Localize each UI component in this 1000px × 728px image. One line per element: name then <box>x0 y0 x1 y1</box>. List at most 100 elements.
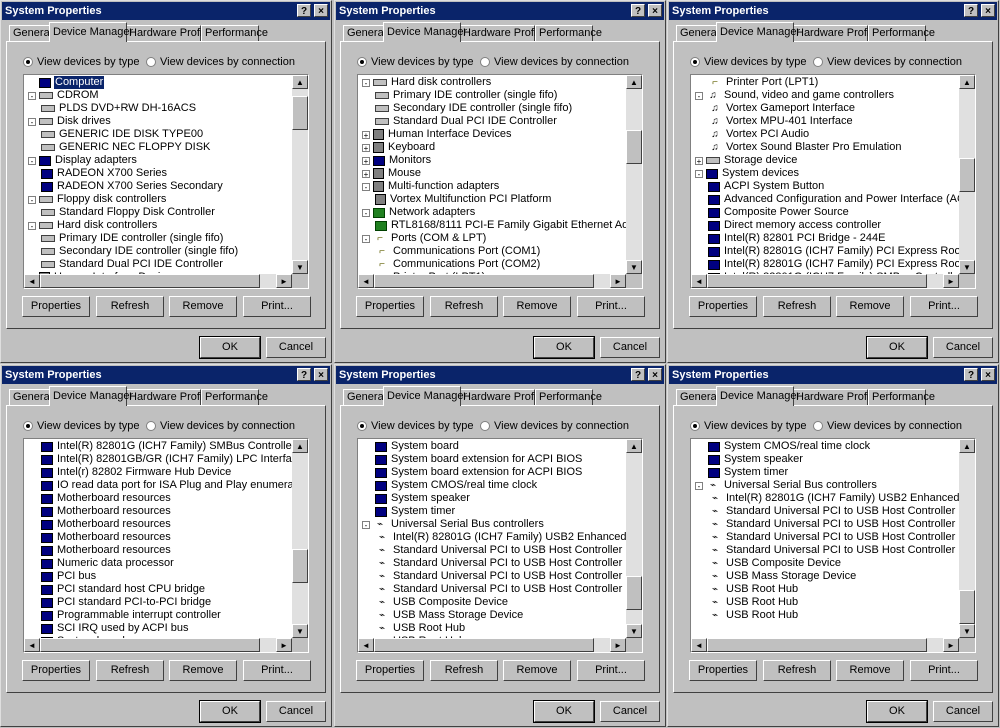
help-button[interactable]: ? <box>297 4 311 17</box>
tree-item[interactable]: ⌁ USB Mass Storage Device <box>708 570 857 583</box>
tab-device-manager[interactable]: Device Manager <box>383 22 467 42</box>
radio-view-by-connection[interactable]: View devices by connection <box>813 54 962 70</box>
tree-item[interactable]: ♫ Vortex Gameport Interface <box>708 102 856 115</box>
tree-item[interactable]: Vortex Multifunction PCI Platform <box>375 193 552 206</box>
scroll-left-button[interactable]: ◄ <box>691 274 707 288</box>
tree-item[interactable]: Motherboard resources <box>41 518 172 531</box>
horizontal-scrollbar[interactable]: ◄ ► <box>691 638 959 652</box>
scroll-right-button[interactable]: ► <box>276 638 292 652</box>
help-button[interactable]: ? <box>964 368 978 381</box>
vertical-scrollbar[interactable]: ▲ ▼ <box>959 439 975 638</box>
tab-hardware-profiles[interactable]: Hardware Profiles <box>792 389 883 405</box>
scroll-thumb[interactable] <box>292 549 308 583</box>
scroll-up-button[interactable]: ▲ <box>292 439 308 453</box>
collapse-icon[interactable]: - <box>28 221 36 230</box>
scroll-right-button[interactable]: ► <box>610 638 626 652</box>
print-button[interactable]: Print... <box>243 660 311 681</box>
tree-item[interactable]: - ⌁ Universal Serial Bus controllers <box>695 479 878 492</box>
expand-icon[interactable]: + <box>362 156 370 165</box>
help-button[interactable]: ? <box>297 368 311 381</box>
collapse-icon[interactable]: - <box>362 182 370 191</box>
tab-general[interactable]: General <box>676 389 719 405</box>
tab-device-manager[interactable]: Device Manager <box>49 22 133 42</box>
tree-item[interactable]: - Display adapters <box>28 154 138 167</box>
scroll-down-button[interactable]: ▼ <box>626 624 642 638</box>
close-button[interactable]: × <box>314 368 328 381</box>
tree-item[interactable]: GENERIC IDE DISK TYPE00 <box>41 128 204 141</box>
tab-hardware-profiles[interactable]: Hardware Profiles <box>792 25 883 41</box>
horizontal-scrollbar[interactable]: ◄ ► <box>24 638 292 652</box>
ok-button[interactable]: OK <box>866 700 928 723</box>
tree-item[interactable]: System board extension for ACPI BIOS <box>375 453 583 466</box>
title-bar[interactable]: System Properties? × <box>336 366 664 384</box>
scroll-thumb[interactable] <box>959 158 975 192</box>
cancel-button[interactable]: Cancel <box>933 337 993 358</box>
scroll-up-button[interactable]: ▲ <box>292 75 308 89</box>
scroll-thumb[interactable] <box>626 130 642 164</box>
close-button[interactable]: × <box>648 368 662 381</box>
tree-item[interactable]: ⌁ USB Mass Storage Device <box>375 609 524 622</box>
expand-icon[interactable]: + <box>362 130 370 139</box>
tree-item[interactable]: ⌁ Standard Universal PCI to USB Host Cont… <box>375 583 623 596</box>
tree-item[interactable]: System speaker <box>708 453 804 466</box>
collapse-icon[interactable]: - <box>28 156 36 165</box>
tree-item[interactable]: System board <box>375 440 460 453</box>
scroll-right-button[interactable]: ► <box>943 638 959 652</box>
tree-item[interactable]: Computer <box>28 76 105 89</box>
tree-item[interactable]: System CMOS/real time clock <box>375 479 538 492</box>
tree-item[interactable]: ⌁ USB Root Hub <box>708 583 799 596</box>
help-button[interactable]: ? <box>964 4 978 17</box>
print-button[interactable]: Print... <box>577 660 645 681</box>
ok-button[interactable]: OK <box>199 336 261 359</box>
tree-item[interactable]: IO read data port for ISA Plug and Play … <box>41 479 292 492</box>
tree-item[interactable]: - ⌁ Universal Serial Bus controllers <box>362 518 545 531</box>
ok-button[interactable]: OK <box>533 336 595 359</box>
scroll-left-button[interactable]: ◄ <box>358 274 374 288</box>
scroll-thumb[interactable] <box>707 638 927 652</box>
scroll-up-button[interactable]: ▲ <box>626 439 642 453</box>
title-bar[interactable]: System Properties? × <box>669 366 997 384</box>
refresh-button[interactable]: Refresh <box>430 660 498 681</box>
collapse-icon[interactable]: - <box>362 520 370 529</box>
scroll-thumb[interactable] <box>292 96 308 130</box>
tree-item[interactable]: ♫ Vortex PCI Audio <box>708 128 810 141</box>
tree-item[interactable]: Programmable interrupt controller <box>41 609 222 622</box>
remove-button[interactable]: Remove <box>503 296 571 317</box>
tree-item[interactable]: GENERIC NEC FLOPPY DISK <box>41 141 211 154</box>
tree-item[interactable]: PCI bus <box>41 570 97 583</box>
expand-icon[interactable]: + <box>362 169 370 178</box>
scroll-right-button[interactable]: ► <box>276 274 292 288</box>
cancel-button[interactable]: Cancel <box>600 701 660 722</box>
cancel-button[interactable]: Cancel <box>933 701 993 722</box>
tab-hardware-profiles[interactable]: Hardware Profiles <box>459 25 550 41</box>
title-bar[interactable]: System Properties? × <box>2 2 330 20</box>
tree-item[interactable]: - ⌐ Ports (COM & LPT) <box>362 232 487 245</box>
scroll-down-button[interactable]: ▼ <box>292 260 308 274</box>
tree-item[interactable]: - System devices <box>695 167 800 180</box>
radio-view-by-connection[interactable]: View devices by connection <box>146 418 295 434</box>
scroll-thumb[interactable] <box>40 274 260 288</box>
tab-hardware-profiles[interactable]: Hardware Profiles <box>125 25 216 41</box>
tree-item[interactable]: ⌁ USB Root Hub <box>375 622 466 635</box>
cancel-button[interactable]: Cancel <box>600 337 660 358</box>
device-tree[interactable]: - Hard disk controllers Primary IDE contro… <box>357 74 643 289</box>
tree-item[interactable]: ACPI System Button <box>708 180 825 193</box>
properties-button[interactable]: Properties <box>356 660 424 681</box>
tab-device-manager[interactable]: Device Manager <box>716 22 800 42</box>
vertical-scrollbar[interactable]: ▲ ▼ <box>626 75 642 274</box>
tree-item[interactable]: Direct memory access controller <box>708 219 882 232</box>
horizontal-scrollbar[interactable]: ◄ ► <box>358 274 626 288</box>
scroll-down-button[interactable]: ▼ <box>959 624 975 638</box>
tree-item[interactable]: Intel(R) 82801GB/GR (ICH7 Family) LPC In… <box>41 453 292 466</box>
tree-item[interactable]: + Storage device <box>695 154 798 167</box>
tree-item[interactable]: System CMOS/real time clock <box>708 440 871 453</box>
refresh-button[interactable]: Refresh <box>763 296 831 317</box>
tree-item[interactable]: System speaker <box>375 492 471 505</box>
horizontal-scrollbar[interactable]: ◄ ► <box>691 274 959 288</box>
vertical-scrollbar[interactable]: ▲ ▼ <box>292 439 308 638</box>
tree-item[interactable]: Motherboard resources <box>41 492 172 505</box>
tree-item[interactable]: System timer <box>708 466 789 479</box>
tree-item[interactable]: RADEON X700 Series <box>41 167 168 180</box>
refresh-button[interactable]: Refresh <box>763 660 831 681</box>
tree-item[interactable]: RADEON X700 Series Secondary <box>41 180 224 193</box>
